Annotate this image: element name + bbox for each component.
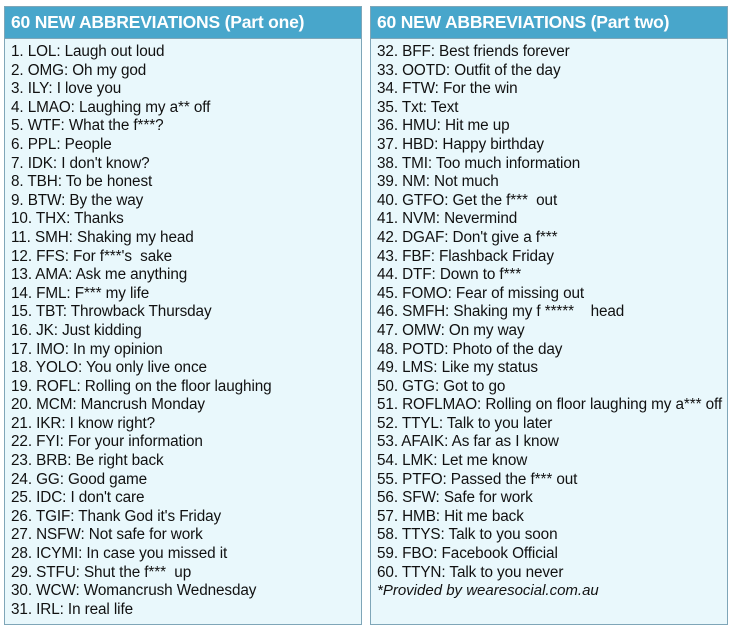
- abbreviation-item: 52. TTYL: Talk to you later: [377, 414, 553, 432]
- abbreviation-item: 8. TBH: To be honest: [11, 173, 153, 191]
- abbreviation-item: 53. AFAIK: As far as I know: [377, 433, 559, 451]
- abbreviation-item: 60. TTYN: Talk to you never: [377, 563, 564, 581]
- abbreviation-item: 44. DTF: Down to f***: [377, 266, 522, 284]
- abbreviation-item: 12. FFS: For f***'s sake: [11, 247, 173, 265]
- abbreviation-item: 25. IDC: I don't care: [11, 489, 145, 507]
- abbreviation-item: 27. NSFW: Not safe for work: [11, 526, 203, 544]
- abbreviation-item: 18. YOLO: You only live once: [11, 359, 207, 377]
- panel-title-part-two: 60 NEW ABBREVIATIONS (Part two): [371, 7, 727, 39]
- abbreviation-item: 9. BTW: By the way: [11, 191, 144, 209]
- abbreviation-item: 32. BFF: Best friends forever: [377, 43, 570, 60]
- abbreviation-item: 7. IDK: I don't know?: [11, 154, 150, 172]
- abbreviation-item: 6. PPL: People: [11, 135, 112, 153]
- abbreviation-item: 20. MCM: Mancrush Monday: [11, 396, 205, 414]
- abbreviation-item: 57. HMB: Hit me back: [377, 507, 524, 525]
- abbreviation-item: 45. FOMO: Fear of missing out: [377, 284, 585, 302]
- abbreviation-item: 54. LMK: Let me know: [377, 452, 528, 470]
- abbreviation-item: 51. ROFLMAO: Rolling on floor laughing m…: [377, 396, 723, 414]
- abbreviation-item: 40. GTFO: Get the f*** out: [377, 191, 558, 209]
- abbreviation-item: 17. IMO: In my opinion: [11, 340, 163, 358]
- abbreviation-item: 33. OOTD: Outfit of the day: [377, 61, 561, 79]
- abbreviation-item: 50. GTG: Got to go: [377, 377, 506, 395]
- abbreviation-item: 16. JK: Just kidding: [11, 321, 142, 339]
- abbreviation-item: 4. LMAO: Laughing my a** off: [11, 98, 211, 116]
- abbreviation-item: 39. NM: Not much: [377, 173, 499, 191]
- abbreviation-item: 10. THX: Thanks: [11, 210, 124, 228]
- abbreviation-item: 36. HMU: Hit me up: [377, 117, 510, 135]
- abbreviation-item: 23. BRB: Be right back: [11, 452, 164, 470]
- abbreviation-item: 41. NVM: Nevermind: [377, 210, 518, 228]
- abbreviation-item: 5. WTF: What the f***?: [11, 117, 164, 135]
- abbreviation-item: 13. AMA: Ask me anything: [11, 266, 188, 284]
- abbreviation-item: 1. LOL: Laugh out loud: [11, 43, 165, 60]
- abbreviation-item: 14. FML: F*** my life: [11, 284, 150, 302]
- abbreviation-item: 15. TBT: Throwback Thursday: [11, 303, 212, 321]
- abbreviation-item: 29. STFU: Shut the f*** up: [11, 563, 192, 581]
- abbreviation-item: 49. LMS: Like my status: [377, 359, 538, 377]
- abbreviation-item: 47. OMW: On my way: [377, 321, 525, 339]
- abbreviation-list-part-two: 32. BFF: Best friends forever 33. OOTD: O…: [371, 39, 727, 582]
- abbreviation-item: 3. ILY: I love you: [11, 80, 122, 98]
- abbreviation-item: 58. TTYS: Talk to you soon: [377, 526, 558, 544]
- abbreviations-panel-part-two: 60 NEW ABBREVIATIONS (Part two) 32. BFF:…: [370, 6, 728, 625]
- abbreviation-item: 48. POTD: Photo of the day: [377, 340, 563, 358]
- abbreviation-item: 43. FBF: Flashback Friday: [377, 247, 554, 265]
- abbreviations-panel-part-one: 60 NEW ABBREVIATIONS (Part one) 1. LOL: …: [4, 6, 362, 625]
- abbreviation-item: 55. PTFO: Passed the f*** out: [377, 470, 578, 488]
- abbreviation-item: 35. Txt: Text: [377, 98, 459, 116]
- abbreviation-item: 26. TGIF: Thank God it's Friday: [11, 507, 222, 525]
- abbreviation-item: 31. IRL: In real life: [11, 600, 134, 618]
- abbreviation-item: 30. WCW: Womancrush Wednesday: [11, 582, 257, 600]
- abbreviation-item: 38. TMI: Too much information: [377, 154, 581, 172]
- source-credit: *Provided by wearesocial.com.au: [377, 582, 599, 600]
- abbreviation-item: 46. SMFH: Shaking my f ***** head: [377, 303, 625, 321]
- abbreviation-item: 42. DGAF: Don't give a f***: [377, 228, 558, 246]
- abbreviation-item: 21. IKR: I know right?: [11, 414, 156, 432]
- abbreviation-item: 37. HBD: Happy birthday: [377, 135, 544, 153]
- panel-title-part-one: 60 NEW ABBREVIATIONS (Part one): [5, 7, 361, 39]
- abbreviation-item: 56. SFW: Safe for work: [377, 489, 533, 507]
- abbreviation-item: 28. ICYMI: In case you missed it: [11, 545, 228, 563]
- abbreviation-item: 34. FTW: For the win: [377, 80, 518, 98]
- abbreviation-item: 2. OMG: Oh my god: [11, 61, 147, 79]
- abbreviation-item: 59. FBO: Facebook Official: [377, 545, 558, 563]
- abbreviation-list-part-one: 1. LOL: Laugh out loud 2. OMG: Oh my god 3…: [5, 39, 361, 619]
- abbreviation-item: 11. SMH: Shaking my head: [11, 228, 194, 246]
- abbreviation-item: 24. GG: Good game: [11, 470, 148, 488]
- abbreviation-item: 19. ROFL: Rolling on the floor laughing: [11, 377, 272, 395]
- abbreviation-item: 22. FYI: For your information: [11, 433, 203, 451]
